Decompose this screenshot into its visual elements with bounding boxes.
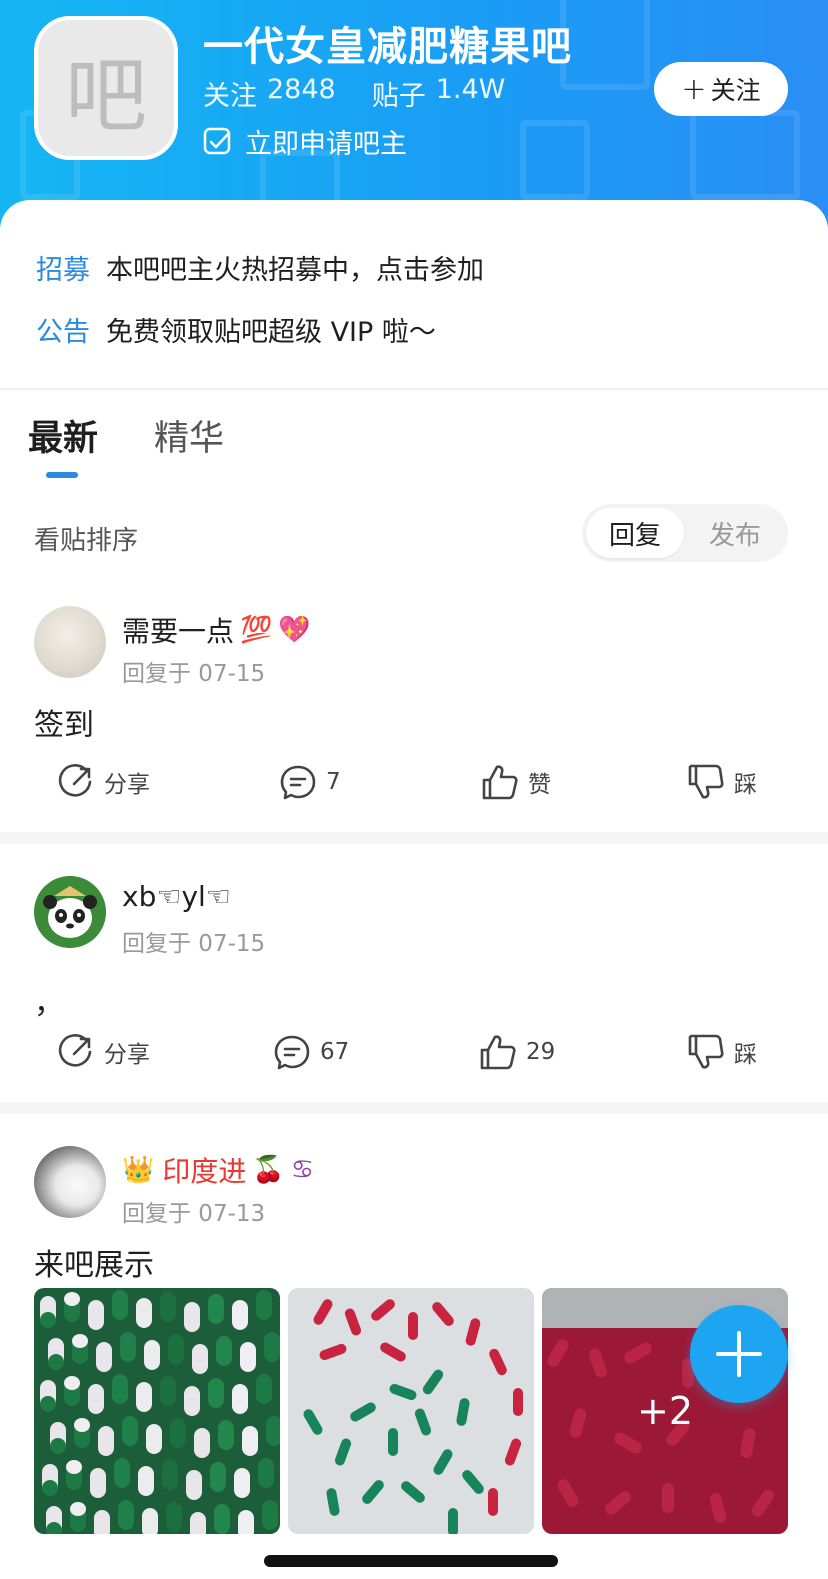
sort-by-reply[interactable]: 回复 <box>586 508 684 558</box>
heart-emoji-icon: 💖 <box>278 615 311 645</box>
post-username[interactable]: 👑 印度进 🍒 ♋ <box>122 1150 314 1190</box>
notice-tag: 公告 <box>36 317 90 348</box>
avatar[interactable] <box>34 876 106 948</box>
comment-button[interactable]: 67 <box>272 1032 349 1072</box>
post-item[interactable]: xb☜yl☜ 回复于 07-15 ， 分享 67 29 踩 <box>0 874 828 1104</box>
post-separator <box>0 1102 828 1114</box>
thumbs-up-icon <box>480 1035 516 1070</box>
comment-icon <box>274 1035 310 1070</box>
tab-latest[interactable]: 最新 <box>28 410 98 461</box>
share-icon <box>58 764 92 797</box>
notice-recruit[interactable]: 招募 本吧吧主火热招募中，点击参加 <box>36 248 484 287</box>
post-actions: 分享 7 赞 踩 <box>0 762 828 812</box>
post-image[interactable] <box>288 1288 534 1534</box>
comment-count: 7 <box>326 769 341 795</box>
cherry-emoji-icon: 🍒 <box>252 1155 285 1185</box>
post-actions: 分享 67 29 踩 <box>0 1032 828 1082</box>
username-text: xb☜yl☜ <box>122 880 231 913</box>
post-username[interactable]: 需要一点 💯 💖 <box>122 610 311 650</box>
notice-card: 招募 本吧吧主火热招募中，点击参加 公告 免费领取贴吧超级 VIP 啦～ <box>0 200 828 390</box>
notice-tag: 招募 <box>36 255 90 286</box>
post-time: 回复于 07-15 <box>122 931 266 957</box>
sort-label: 看贴排序 <box>34 526 139 556</box>
thumbs-up-icon <box>482 765 518 800</box>
notice-announcement[interactable]: 公告 免费领取贴吧超级 VIP 啦～ <box>36 310 436 349</box>
forum-stats: 关注 2848 贴子 1.4W <box>203 74 505 113</box>
header-decoration <box>560 0 650 90</box>
hundred-emoji-icon: 💯 <box>240 615 273 645</box>
apply-moderator-link[interactable]: 立即申请吧主 <box>203 122 407 161</box>
dislike-label: 踩 <box>734 772 757 798</box>
comment-count: 67 <box>320 1039 350 1065</box>
forum-title: 一代女皇减肥糖果吧 <box>203 24 572 70</box>
avatar[interactable] <box>34 1146 106 1218</box>
thumbs-down-icon <box>688 764 724 799</box>
avatar[interactable] <box>34 606 106 678</box>
post-item[interactable]: 需要一点 💯 💖 回复于 07-15 签到 分享 7 赞 踩 <box>0 604 828 834</box>
apply-moderator-text: 立即申请吧主 <box>245 129 407 160</box>
post-time: 回复于 07-13 <box>122 1201 266 1227</box>
plus-icon: + <box>681 71 707 107</box>
post-body[interactable]: 签到 <box>34 700 94 744</box>
post-separator <box>0 832 828 844</box>
share-button[interactable]: 分享 <box>56 1032 150 1072</box>
forum-logo[interactable]: 吧 <box>34 16 178 160</box>
home-indicator[interactable] <box>264 1555 558 1567</box>
like-label: 赞 <box>528 772 551 798</box>
forum-header: 吧 一代女皇减肥糖果吧 关注 2848 贴子 1.4W 立即申请吧主 + 关注 <box>0 0 828 230</box>
post-image[interactable] <box>34 1288 280 1534</box>
create-post-button[interactable] <box>690 1305 788 1403</box>
comment-button[interactable]: 7 <box>278 762 341 802</box>
panda-avatar-icon <box>34 876 106 948</box>
notice-text: 本吧吧主火热招募中，点击参加 <box>106 255 484 286</box>
plus-icon <box>716 1331 762 1377</box>
post-time: 回复于 07-15 <box>122 661 266 687</box>
share-label: 分享 <box>104 772 150 798</box>
green-white-capsules-image <box>34 1288 280 1534</box>
like-count: 29 <box>526 1039 556 1065</box>
post-username[interactable]: xb☜yl☜ <box>122 880 231 913</box>
feed-tabs: 最新 精华 <box>0 410 828 490</box>
dislike-button[interactable]: 踩 <box>686 762 757 802</box>
tab-featured[interactable]: 精华 <box>154 410 224 461</box>
like-button[interactable]: 29 <box>478 1032 555 1072</box>
checkbox-icon <box>203 127 231 154</box>
crown-badge-icon: 👑 <box>122 1155 155 1185</box>
dislike-label: 踩 <box>734 1042 757 1068</box>
sort-toggle: 回复 发布 <box>582 504 788 562</box>
notice-text: 免费领取贴吧超级 VIP 啦～ <box>106 317 436 348</box>
post-body[interactable]: 来吧展示 <box>34 1240 154 1284</box>
posts-stat-label: 贴子 <box>371 81 426 112</box>
post-body[interactable]: ， <box>34 978 64 1022</box>
follow-stat-label: 关注 <box>203 81 257 112</box>
red-green-capsules-image <box>288 1288 534 1534</box>
dislike-button[interactable]: 踩 <box>686 1032 757 1072</box>
cancer-sign-icon: ♋ <box>290 1155 315 1185</box>
username-text: 印度进 <box>162 1155 247 1188</box>
share-button[interactable]: 分享 <box>56 762 150 802</box>
follow-button-label: 关注 <box>710 76 761 105</box>
share-label: 分享 <box>104 1042 150 1068</box>
comment-icon <box>280 765 316 800</box>
share-icon <box>58 1034 92 1067</box>
sort-by-publish[interactable]: 发布 <box>686 508 784 558</box>
header-decoration <box>690 110 800 200</box>
thumbs-down-icon <box>688 1034 724 1069</box>
posts-stat-count: 1.4W <box>435 74 506 105</box>
tab-indicator <box>46 472 78 478</box>
like-button[interactable]: 赞 <box>480 762 551 802</box>
username-text: 需要一点 <box>122 615 235 648</box>
follow-button[interactable]: + 关注 <box>654 62 788 116</box>
follow-stat-count: 2848 <box>267 74 336 105</box>
header-decoration <box>520 120 590 200</box>
